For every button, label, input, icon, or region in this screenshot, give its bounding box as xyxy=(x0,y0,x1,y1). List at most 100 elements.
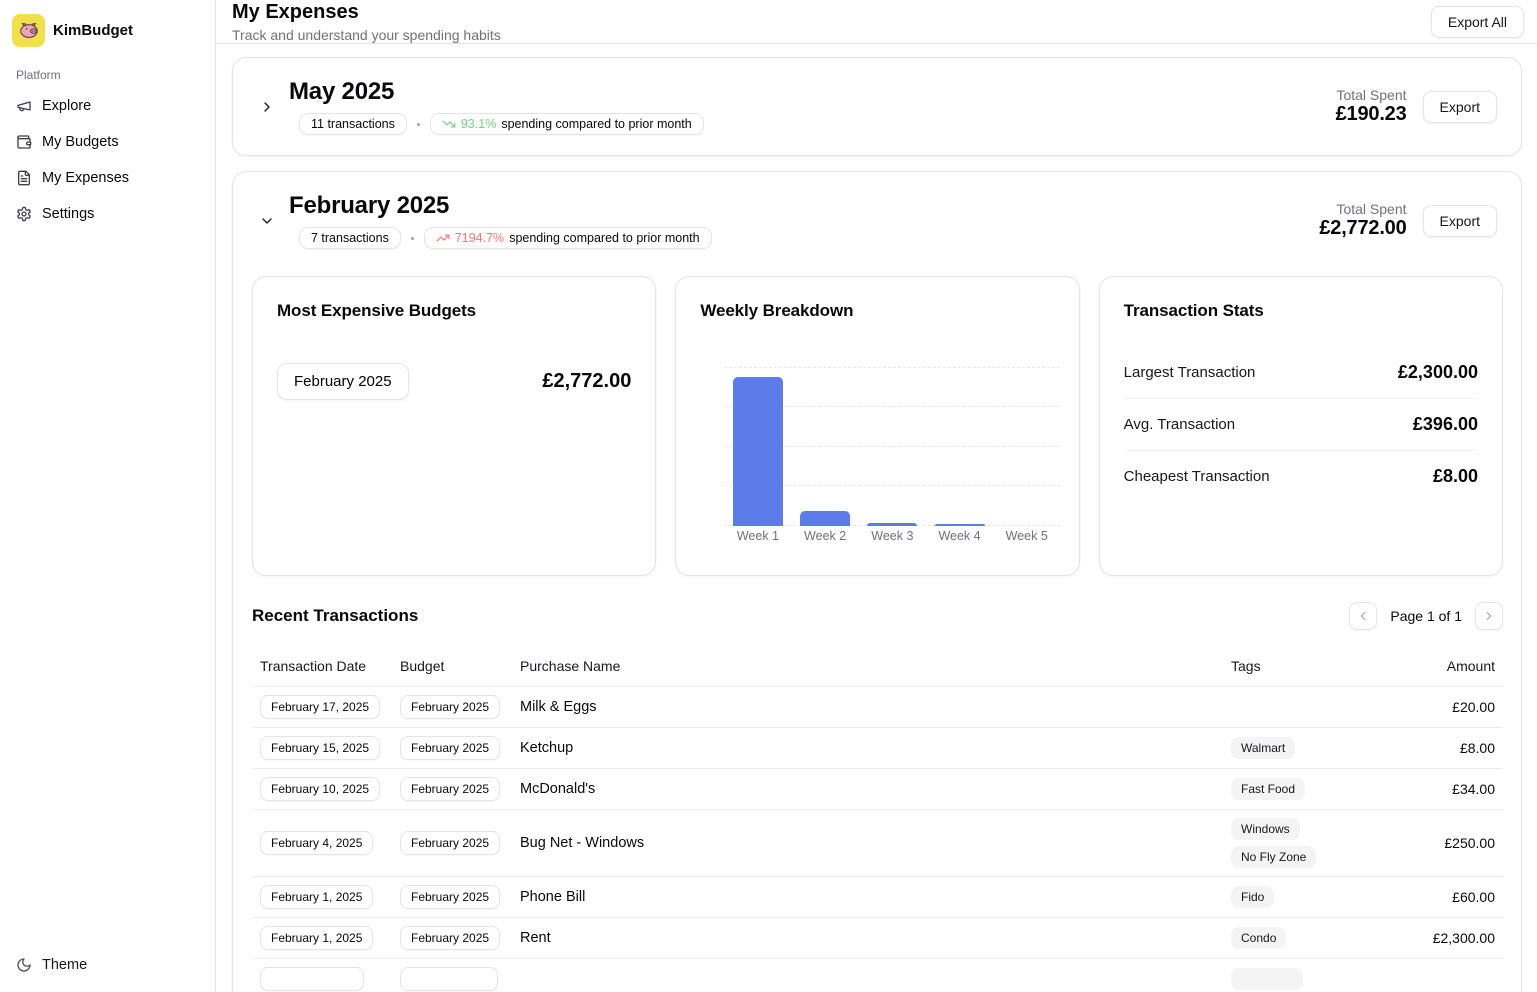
total-spent-label: Total Spent xyxy=(1336,201,1407,217)
budget-badge[interactable]: February 2025 xyxy=(400,776,501,801)
month-title: May 2025 xyxy=(289,78,395,105)
chevron-left-icon xyxy=(1356,609,1370,623)
transactions-table: Transaction Date Budget Purchase Name Tags A… xyxy=(252,646,1503,992)
stat-row-largest-transaction: Largest Transaction £2,300.00 xyxy=(1124,347,1478,398)
cell-budget: February 2025 xyxy=(392,686,512,728)
budget-amount-row: February 2025 £2,772.00 xyxy=(277,363,631,400)
date-badge[interactable]: February 17, 2025 xyxy=(260,694,381,719)
date-badge[interactable]: February 4, 2025 xyxy=(260,830,374,855)
app-root: KimBudget Platform Explore My Budgets My E… xyxy=(0,0,1537,992)
tag-badge: Fido xyxy=(1231,885,1275,908)
bar-slot-week-3 xyxy=(859,368,926,526)
sidebar-item-label: My Budgets xyxy=(42,134,119,150)
page-subtitle: Track and understand your spending habit… xyxy=(232,27,501,43)
cell-amount: £2,300.00 xyxy=(1398,917,1503,959)
cell-amount: £60.00 xyxy=(1398,876,1503,918)
budget-badge[interactable]: February 2025 xyxy=(400,735,501,760)
prev-page-button[interactable] xyxy=(1349,602,1378,630)
total-spent-label: Total Spent xyxy=(1336,87,1407,103)
theme-toggle[interactable]: Theme xyxy=(8,948,208,982)
megaphone-icon xyxy=(16,98,32,114)
date-badge[interactable]: February 1, 2025 xyxy=(260,925,374,950)
tags-group: Windows No Fly Zone xyxy=(1231,817,1390,868)
dot-separator xyxy=(410,236,414,240)
cell-tags xyxy=(1223,958,1398,992)
cell-tags: Fast Food xyxy=(1223,768,1398,810)
cell-budget: February 2025 xyxy=(392,727,512,769)
x-axis-label: Week 4 xyxy=(938,529,981,543)
wallet-icon xyxy=(16,134,32,150)
next-page-button[interactable] xyxy=(1475,602,1503,630)
stat-label: Avg. Transaction xyxy=(1123,416,1236,433)
stat-value: £8.00 xyxy=(1432,466,1478,486)
card-title: Transaction Stats xyxy=(1123,301,1264,320)
expand-may-button[interactable] xyxy=(257,97,277,117)
card-title: Weekly Breakdown xyxy=(700,301,854,320)
x-axis-label: Week 5 xyxy=(1005,529,1048,543)
dot-separator xyxy=(416,122,420,126)
trend-percent: 7194.7% xyxy=(454,231,505,245)
tag-badge xyxy=(1231,967,1303,990)
x-axis-label: Week 2 xyxy=(804,529,847,543)
cell-amount: £250.00 xyxy=(1398,809,1503,877)
chart-bars xyxy=(724,368,1060,526)
tags-group xyxy=(1231,967,1390,990)
cell-purchase-name: Ketchup xyxy=(512,727,1223,769)
trend-text: spending compared to prior month xyxy=(501,117,692,131)
trending-down-icon xyxy=(442,117,456,131)
col-header-amount: Amount xyxy=(1398,646,1503,687)
sidebar-item-settings[interactable]: Settings xyxy=(8,198,207,230)
month-card-february-2025: February 2025 7 transactions 7194.7% spe xyxy=(232,171,1522,992)
cell-amount: £8.00 xyxy=(1398,727,1503,769)
chevron-right-icon xyxy=(1482,609,1496,623)
stat-label: Cheapest Transaction xyxy=(1123,468,1270,485)
export-may-button[interactable]: Export xyxy=(1422,90,1497,123)
chevron-right-icon xyxy=(259,99,275,115)
budget-badge[interactable]: February 2025 xyxy=(400,884,501,909)
budget-badge[interactable]: February 2025 xyxy=(400,925,501,950)
tags-group: Walmart xyxy=(1231,736,1390,759)
table-row: February 4, 2025 February 2025 Bug Net - W… xyxy=(252,809,1503,877)
trend-percent: 93.1% xyxy=(460,117,497,131)
sidebar-item-my-expenses[interactable]: My Expenses xyxy=(8,162,207,194)
trend-badge: 93.1% spending compared to prior month xyxy=(429,113,704,135)
sidebar-item-label: Explore xyxy=(42,98,92,114)
x-axis-label: Week 3 xyxy=(871,529,914,543)
cell-tags xyxy=(1223,686,1398,728)
pagination: Page 1 of 1 xyxy=(1349,602,1503,630)
bar-slot-week-1 xyxy=(724,368,791,526)
date-badge[interactable]: February 10, 2025 xyxy=(260,776,381,801)
bar-slot-week-4 xyxy=(926,368,993,526)
date-badge[interactable] xyxy=(260,966,364,991)
trend-badge: 7194.7% spending compared to prior month xyxy=(423,227,712,249)
export-february-button[interactable]: Export xyxy=(1422,204,1497,237)
table-row: February 1, 2025 February 2025 Phone Bill F… xyxy=(252,876,1503,918)
month-card-may-2025: May 2025 11 transactions 93.1% spending xyxy=(232,57,1522,156)
sidebar-item-explore[interactable]: Explore xyxy=(8,90,207,122)
file-text-icon xyxy=(16,170,32,186)
recent-transactions-section: Recent Transactions Page 1 of 1 Transact… xyxy=(233,602,1521,992)
bar-week-2 xyxy=(800,511,851,526)
trend-text: spending compared to prior month xyxy=(509,231,700,245)
brand[interactable]: KimBudget xyxy=(8,8,207,52)
cell-transaction-date: February 4, 2025 xyxy=(252,809,392,877)
col-header-tags: Tags xyxy=(1223,646,1398,687)
budget-badge[interactable]: February 2025 xyxy=(400,830,501,855)
main-area: My Expenses Track and understand your sp… xyxy=(216,0,1537,992)
cell-budget: February 2025 xyxy=(392,809,512,877)
stat-row-cheapest-transaction: Cheapest Transaction £8.00 xyxy=(1123,450,1478,502)
date-badge[interactable]: February 1, 2025 xyxy=(260,884,374,909)
tag-badge: Condo xyxy=(1231,926,1287,949)
collapse-february-button[interactable] xyxy=(257,211,277,231)
cell-transaction-date xyxy=(252,958,392,992)
bar-week-1 xyxy=(732,377,783,526)
budget-badge[interactable] xyxy=(400,966,498,991)
cell-purchase-name: McDonald's xyxy=(512,768,1223,810)
cell-tags: Walmart xyxy=(1223,727,1398,769)
cell-tags: Fido xyxy=(1223,876,1398,918)
export-all-button[interactable]: Export All xyxy=(1430,5,1524,38)
sidebar-item-my-budgets[interactable]: My Budgets xyxy=(8,126,207,158)
budget-pill-button[interactable]: February 2025 xyxy=(277,363,409,400)
budget-badge[interactable]: February 2025 xyxy=(400,694,501,719)
date-badge[interactable]: February 15, 2025 xyxy=(260,735,381,760)
